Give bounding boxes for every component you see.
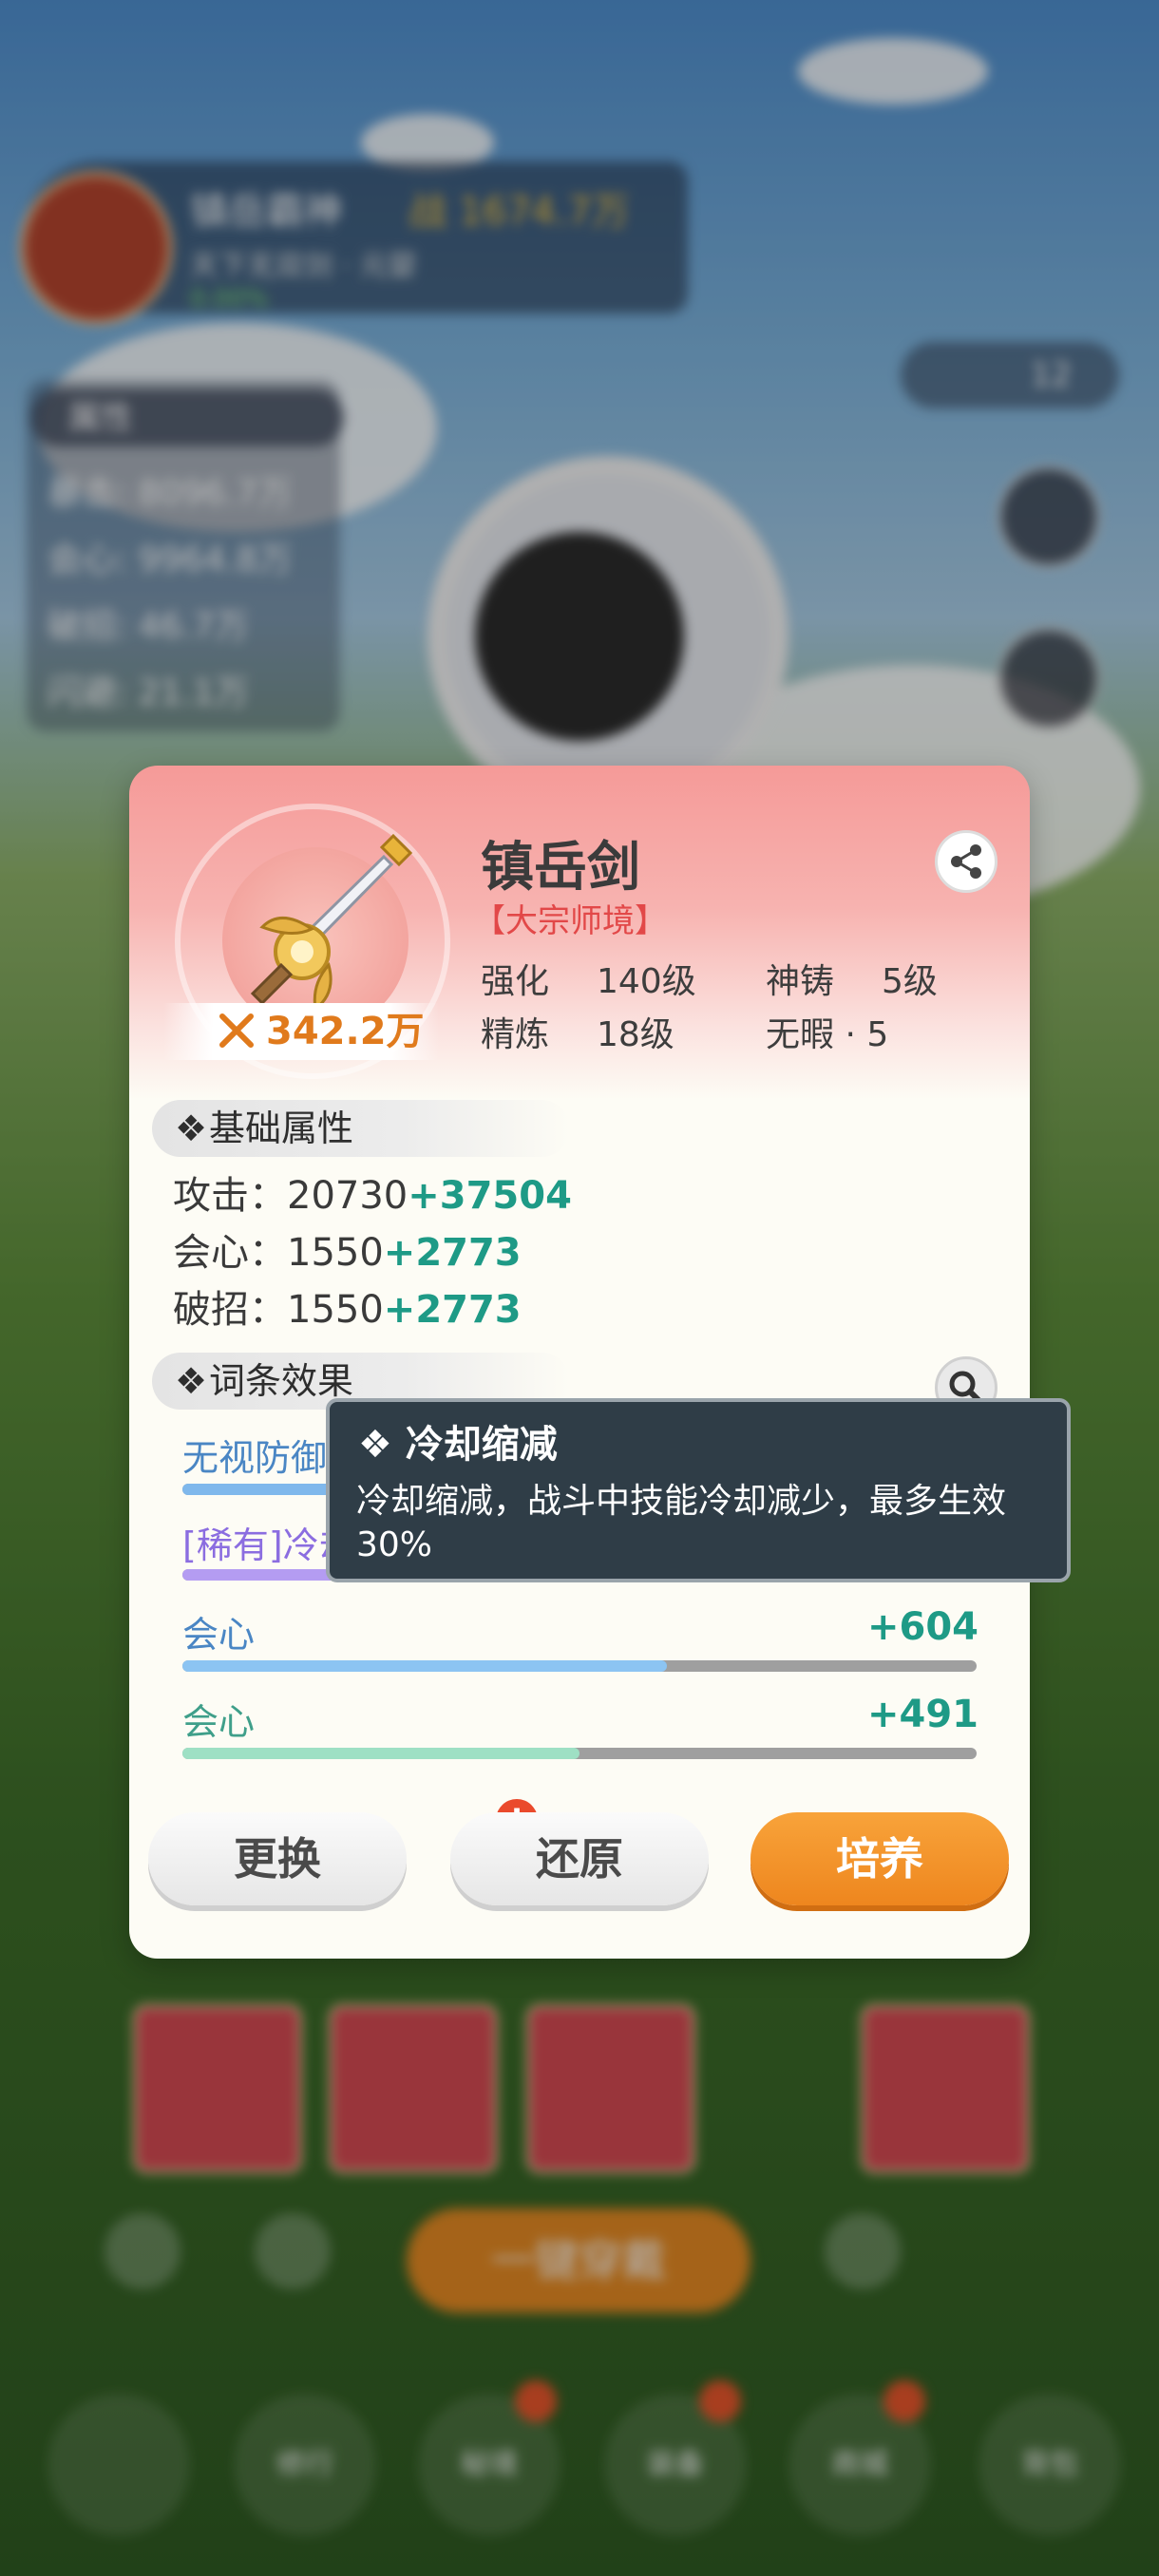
tooltip-body: 冷却缩减，战斗中技能冷却减少，最多生效30% [356, 1482, 1007, 1564]
stat-bonus: +37504 [408, 1174, 572, 1218]
attr-label-enhance: 强化 [481, 962, 550, 1001]
effect-bar [182, 1660, 977, 1672]
attr-value-refine: 18级 [597, 1015, 674, 1054]
stat-row-attack: 攻击：20730+37504 [173, 1165, 572, 1220]
stat-label: 会心： [173, 1231, 287, 1275]
effect-value: +604 [866, 1605, 978, 1649]
effect-bar-fill [182, 1660, 667, 1672]
replace-button[interactable]: 更换 [148, 1812, 407, 1905]
effect-bar-fill [182, 1748, 580, 1759]
share-button[interactable] [935, 830, 998, 893]
diamond-icon: ❖ [175, 1108, 208, 1149]
share-icon [951, 844, 981, 879]
item-rank: 【大宗师境】 [473, 902, 667, 940]
effect-label[interactable]: 无视防御 [182, 1429, 327, 1481]
stat-bonus: +2773 [383, 1288, 522, 1332]
attr-label-flawless: 无暇 · 5 [766, 1015, 889, 1054]
tooltip-title-text: 冷却缩减 [405, 1423, 558, 1467]
stat-row-crit: 会心：1550+2773 [173, 1222, 522, 1277]
attr-label-refine: 精炼 [481, 1015, 550, 1054]
diamond-icon: ❖ [175, 1360, 208, 1402]
stat-label: 破招： [173, 1288, 287, 1332]
attr-value-enhance: 140级 [597, 962, 696, 1001]
sword-icon [250, 833, 413, 1012]
stat-bonus: +2773 [383, 1231, 522, 1275]
item-detail-card: 342.2万 镇岳剑 【大宗师境】 强化 140级 神铸 5级 精炼 18级 无… [129, 766, 1030, 1959]
stat-base: 20730 [287, 1174, 408, 1218]
effect-label[interactable]: 会心 [182, 1605, 255, 1657]
attr-label-forge: 神铸 [766, 962, 835, 1001]
diamond-icon: ❖ [358, 1423, 406, 1467]
restore-button[interactable]: 还原 [450, 1812, 709, 1905]
item-power-value: 342.2万 [266, 1010, 425, 1053]
crossed-swords-icon [219, 1013, 254, 1048]
stat-label: 攻击： [173, 1174, 287, 1218]
stat-row-break: 破招：1550+2773 [173, 1279, 522, 1334]
item-name: 镇岳剑 [481, 837, 640, 899]
cultivate-button[interactable]: 培养 [750, 1812, 1009, 1905]
effect-bar [182, 1748, 977, 1759]
effect-tooltip: ❖ 冷却缩减 冷却缩减，战斗中技能冷却减少，最多生效30% [326, 1398, 1071, 1582]
attr-value-forge: 5级 [882, 962, 938, 1001]
stat-base: 1550 [287, 1288, 384, 1332]
effect-label[interactable]: 会心 [182, 1693, 255, 1745]
effect-value: +491 [866, 1693, 978, 1736]
basic-attributes-title: 基础属性 [209, 1108, 354, 1149]
effect-bar-fill [182, 1569, 342, 1581]
stat-base: 1550 [287, 1231, 384, 1275]
tooltip-title: ❖ 冷却缩减 [358, 1413, 558, 1468]
effect-bar-fill [182, 1484, 342, 1495]
